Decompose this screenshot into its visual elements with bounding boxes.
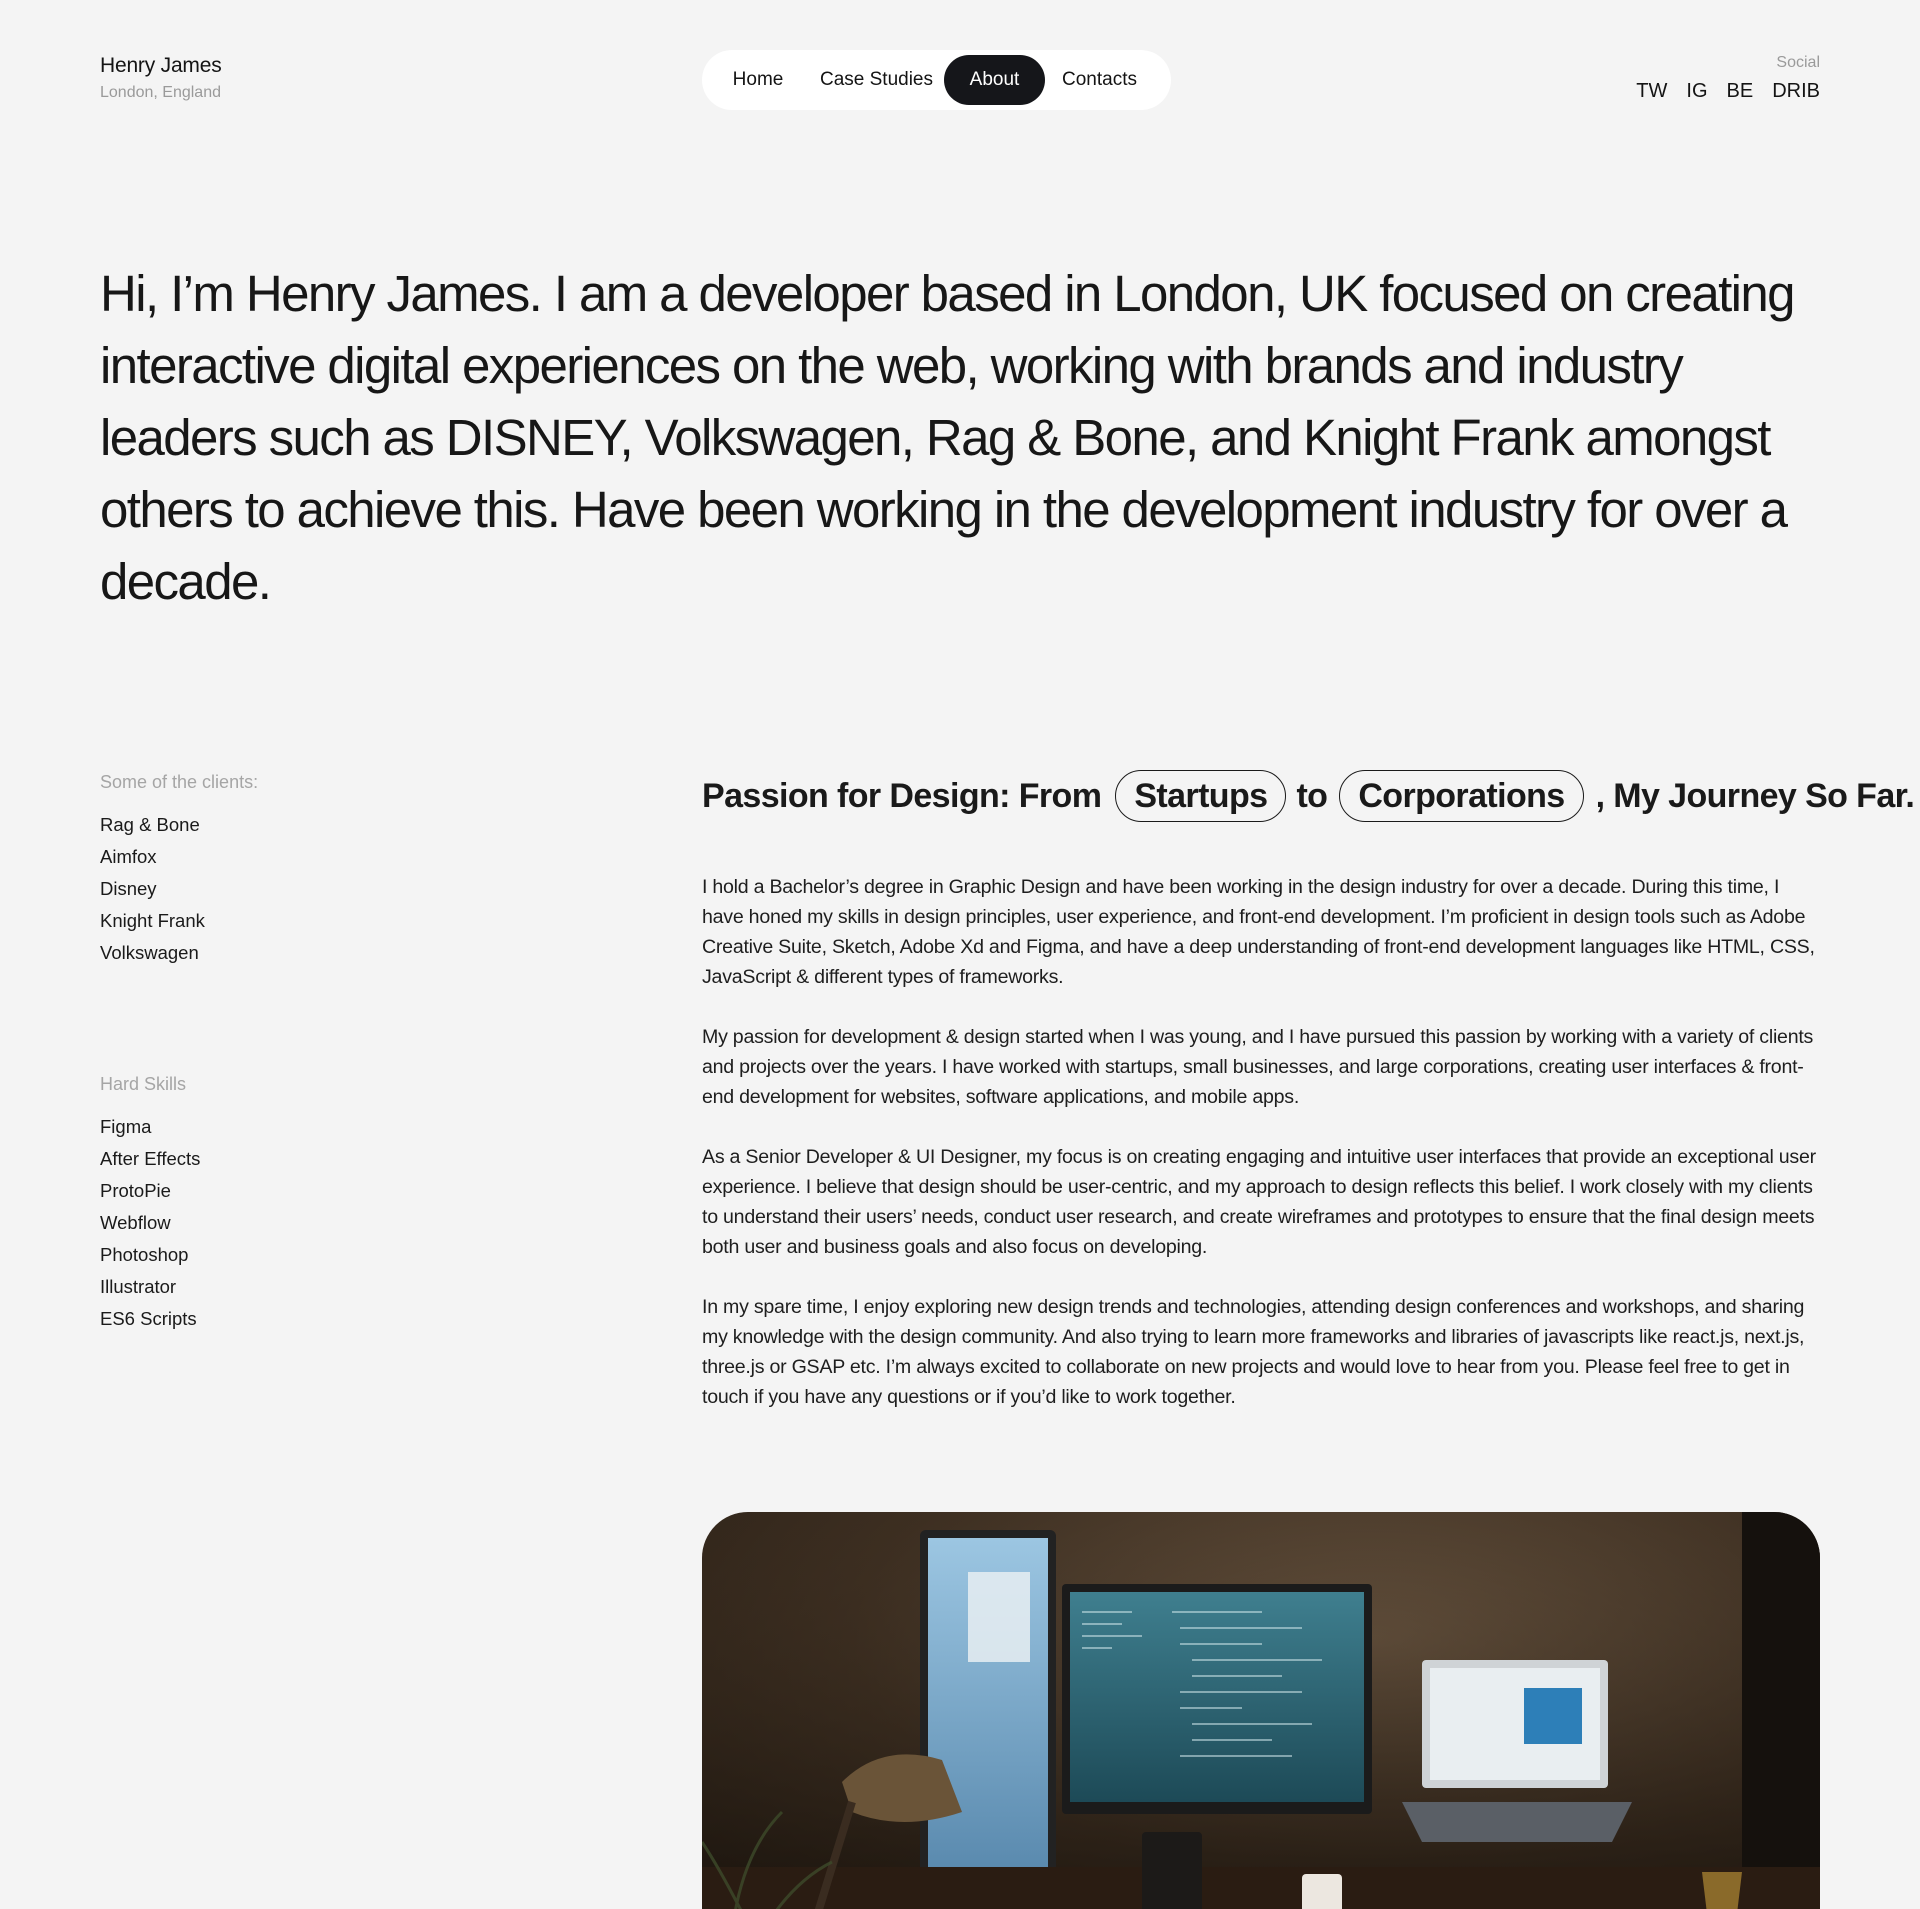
social-link-behance[interactable]: BE bbox=[1727, 80, 1754, 103]
skill-item: ES6 Scripts bbox=[100, 1308, 197, 1329]
journey-suffix: , My Journey So Far. bbox=[1595, 776, 1915, 815]
nav-case-studies[interactable]: Case Studies bbox=[809, 55, 944, 105]
bio-paragraph: My passion for development & design star… bbox=[702, 1026, 1814, 1108]
client-item: Volkswagen bbox=[100, 942, 199, 963]
bio-paragraph: I hold a Bachelor’s degree in Graphic De… bbox=[702, 876, 1815, 988]
skill-item: Figma bbox=[100, 1116, 152, 1137]
clients-section: Some of the clients: Rag & Bone Aimfox D… bbox=[100, 772, 258, 969]
skill-item: Photoshop bbox=[100, 1244, 189, 1265]
skills-list: Figma After Effects ProtoPie Webflow Pho… bbox=[100, 1111, 200, 1335]
workspace-illustration bbox=[702, 1512, 1820, 1909]
clients-list: Rag & Bone Aimfox Disney Knight Frank Vo… bbox=[100, 809, 258, 969]
skill-item: Illustrator bbox=[100, 1276, 177, 1297]
journey-heading: Passion for Design: From Startups to Cor… bbox=[702, 770, 1915, 822]
journey-prefix: Passion for Design: From bbox=[702, 776, 1102, 815]
about-page: Henry James London, England Home Case St… bbox=[0, 0, 1920, 1909]
bio-paragraph: As a Senior Developer & UI Designer, my … bbox=[702, 1146, 1816, 1258]
social-link-instagram[interactable]: IG bbox=[1686, 80, 1707, 103]
skill-item: ProtoPie bbox=[100, 1180, 171, 1201]
clients-label: Some of the clients: bbox=[100, 772, 259, 792]
social-links: Social TW IG BE DRIB bbox=[1636, 54, 1820, 103]
journey-middle: to bbox=[1296, 776, 1328, 815]
pill-startups: Startups bbox=[1115, 770, 1287, 822]
client-item: Rag & Bone bbox=[100, 814, 200, 835]
main-nav: Home Case Studies About Contacts bbox=[702, 50, 1171, 110]
skill-item: Webflow bbox=[100, 1212, 171, 1233]
bio-section: I hold a Bachelor’s degree in Graphic De… bbox=[702, 872, 1824, 1442]
bio-paragraph: In my spare time, I enjoy exploring new … bbox=[702, 1296, 1805, 1408]
brand[interactable]: Henry James London, England bbox=[100, 54, 222, 102]
pill-corporations: Corporations bbox=[1339, 770, 1584, 822]
social-link-dribbble[interactable]: DRIB bbox=[1772, 80, 1820, 103]
client-item: Aimfox bbox=[100, 846, 157, 867]
skill-item: After Effects bbox=[100, 1148, 201, 1169]
social-link-twitter[interactable]: TW bbox=[1636, 80, 1667, 103]
social-link-list: TW IG BE DRIB bbox=[1636, 80, 1820, 103]
social-label: Social bbox=[1776, 54, 1820, 71]
workspace-photo bbox=[702, 1512, 1820, 1909]
client-item: Knight Frank bbox=[100, 910, 205, 931]
brand-location: London, England bbox=[100, 84, 221, 101]
skills-section: Hard Skills Figma After Effects ProtoPie… bbox=[100, 1074, 200, 1335]
nav-about[interactable]: About bbox=[944, 55, 1045, 105]
intro-heading: Hi, I’m Henry James. I am a developer ba… bbox=[100, 265, 1796, 610]
nav-home[interactable]: Home bbox=[707, 55, 809, 105]
skills-label: Hard Skills bbox=[100, 1074, 187, 1094]
client-item: Disney bbox=[100, 878, 157, 899]
brand-name[interactable]: Henry James bbox=[100, 54, 222, 78]
nav-contacts[interactable]: Contacts bbox=[1045, 55, 1154, 105]
